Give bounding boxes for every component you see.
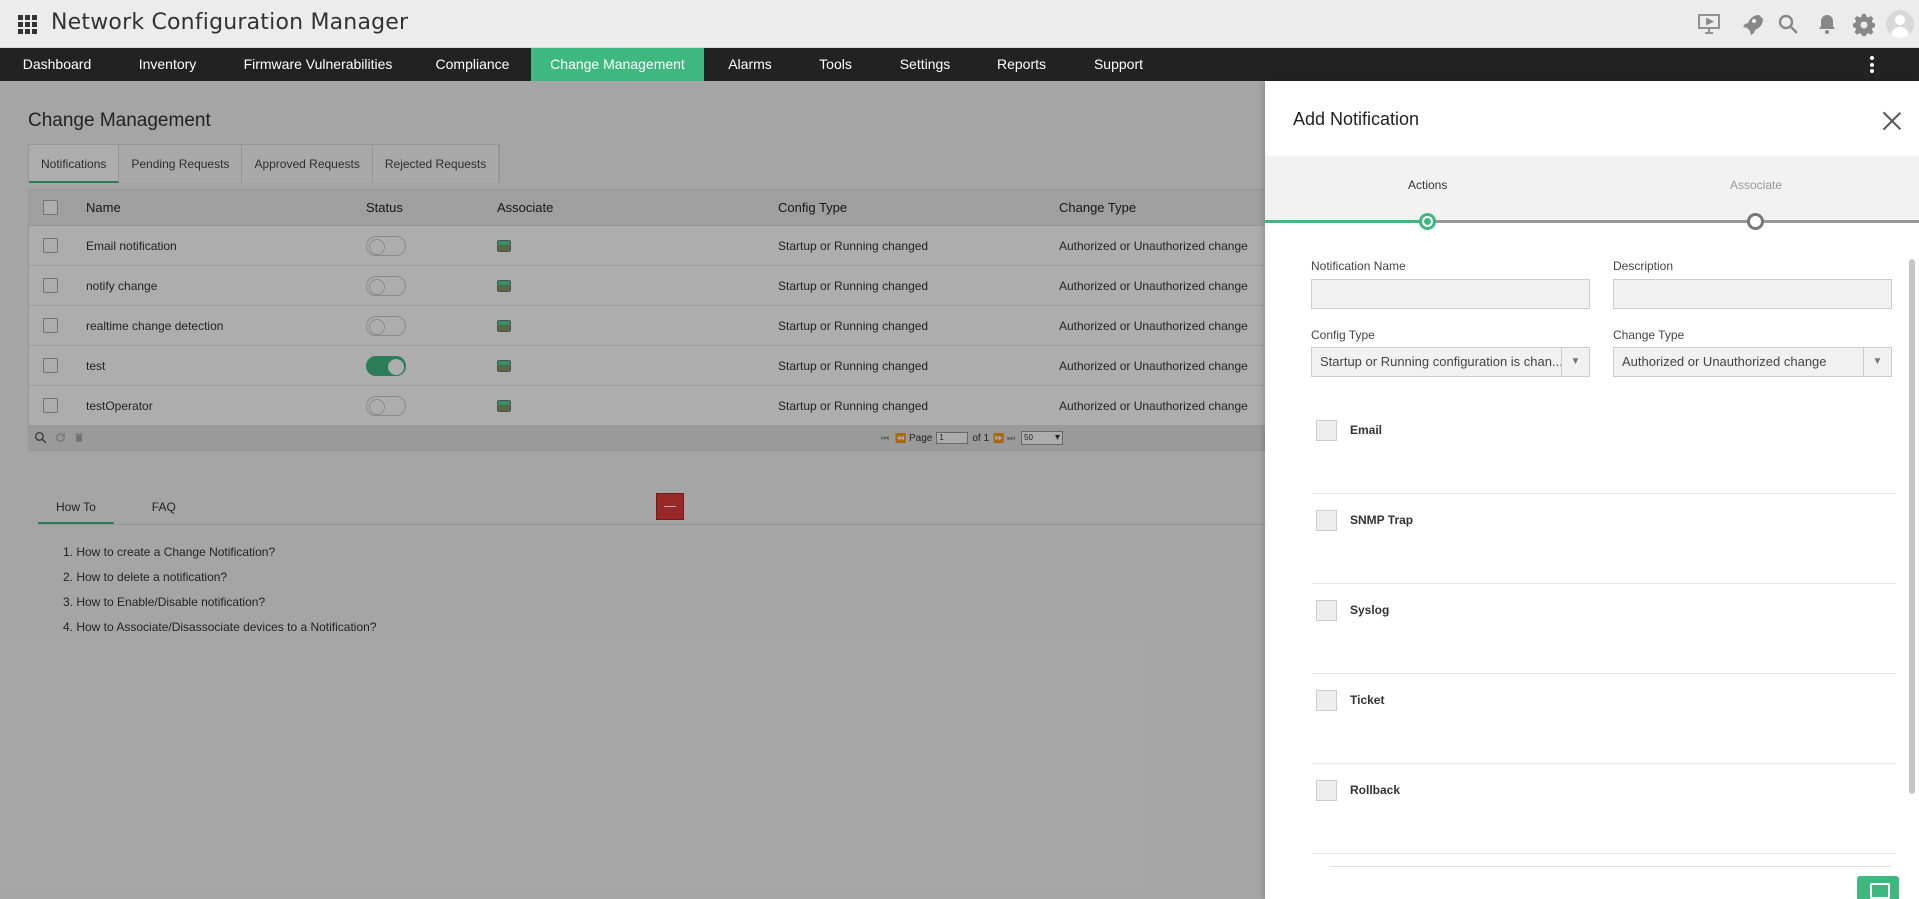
app-grid-icon[interactable]: [18, 15, 37, 34]
step-actions-dot[interactable]: [1419, 213, 1436, 230]
notification-name-input[interactable]: [1311, 279, 1590, 309]
config-type-value: Startup or Running configuration is chan…: [1320, 354, 1563, 369]
top-header: Network Configuration Manager: [0, 0, 1919, 48]
close-icon[interactable]: [1882, 111, 1902, 131]
email-checkbox[interactable]: [1316, 420, 1337, 441]
more-menu-icon[interactable]: [1870, 56, 1874, 73]
nav-inventory[interactable]: Inventory: [114, 48, 221, 81]
change-type-label: Change Type: [1613, 328, 1685, 342]
nav-support[interactable]: Support: [1068, 48, 1169, 81]
change-type-select[interactable]: Authorized or Unauthorized change ▼: [1613, 347, 1892, 377]
search-icon[interactable]: [1776, 12, 1800, 36]
add-notification-panel: Add Notification Actions Associate Notif…: [1265, 81, 1919, 899]
nav-alarms[interactable]: Alarms: [704, 48, 796, 81]
panel-scrollbar[interactable]: [1909, 259, 1915, 794]
description-input[interactable]: [1613, 279, 1892, 309]
app-title: Network Configuration Manager: [51, 10, 409, 35]
progress-line-done: [1265, 220, 1427, 223]
action-snmp-trap[interactable]: SNMP Trap: [1312, 494, 1896, 584]
chevron-down-icon[interactable]: ▼: [1863, 348, 1891, 376]
change-type-value: Authorized or Unauthorized change: [1622, 354, 1827, 369]
step-associate-label[interactable]: Associate: [1730, 178, 1782, 192]
ticket-checkbox[interactable]: [1316, 690, 1337, 711]
action-syslog[interactable]: Syslog: [1312, 584, 1896, 674]
rollback-checkbox[interactable]: [1316, 780, 1337, 801]
rocket-icon[interactable]: [1739, 12, 1763, 36]
rollback-label: Rollback: [1350, 783, 1401, 797]
notification-name-label: Notification Name: [1311, 259, 1406, 273]
bell-icon[interactable]: [1815, 12, 1839, 36]
nav-settings[interactable]: Settings: [875, 48, 975, 81]
nav-dashboard[interactable]: Dashboard: [0, 48, 114, 81]
main-nav: Dashboard Inventory Firmware Vulnerabili…: [0, 48, 1919, 81]
divider: [1330, 866, 1890, 867]
config-type-select[interactable]: Startup or Running configuration is chan…: [1311, 347, 1590, 377]
nav-tools[interactable]: Tools: [796, 48, 875, 81]
action-email[interactable]: Email: [1312, 404, 1896, 494]
snmp-trap-checkbox[interactable]: [1316, 510, 1337, 531]
step-associate-dot[interactable]: [1747, 213, 1764, 230]
progress-line-pending: [1427, 220, 1919, 223]
ticket-label: Ticket: [1350, 693, 1385, 707]
snmp-trap-label: SNMP Trap: [1350, 513, 1414, 527]
description-label: Description: [1613, 259, 1674, 273]
chat-icon[interactable]: [1857, 876, 1899, 899]
presentation-icon[interactable]: [1697, 12, 1721, 36]
panel-title: Add Notification: [1293, 109, 1420, 129]
nav-change-management[interactable]: Change Management: [531, 48, 704, 81]
action-rollback[interactable]: Rollback: [1312, 764, 1896, 854]
config-type-label: Config Type: [1311, 328, 1375, 342]
chevron-down-icon[interactable]: ▼: [1561, 348, 1589, 376]
gear-icon[interactable]: [1852, 12, 1876, 37]
nav-compliance[interactable]: Compliance: [415, 48, 530, 81]
nav-firmware-vulnerabilities[interactable]: Firmware Vulnerabilities: [221, 48, 415, 81]
wizard-steps: Actions Associate: [1265, 156, 1919, 221]
syslog-label: Syslog: [1350, 603, 1390, 617]
user-avatar-icon[interactable]: [1886, 10, 1914, 38]
email-label: Email: [1350, 423, 1383, 437]
modal-backdrop[interactable]: [0, 81, 1265, 899]
nav-reports[interactable]: Reports: [975, 48, 1068, 81]
step-actions-label[interactable]: Actions: [1408, 178, 1447, 192]
syslog-checkbox[interactable]: [1316, 600, 1337, 621]
action-ticket[interactable]: Ticket: [1312, 674, 1896, 764]
